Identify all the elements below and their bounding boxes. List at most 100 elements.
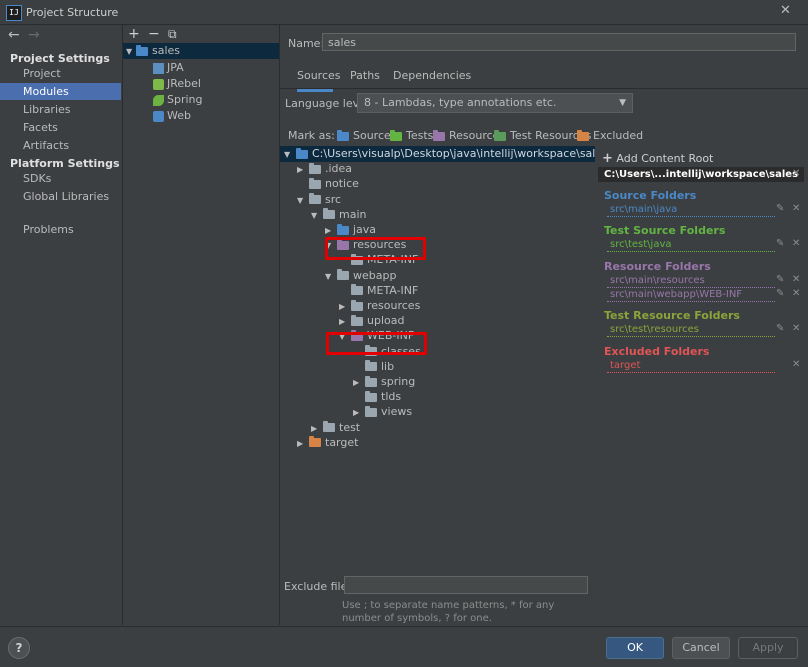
remove-folder-icon[interactable]: ✕ [792, 203, 800, 214]
nav-item-artifacts[interactable]: Artifacts [0, 137, 121, 154]
tree-node[interactable]: tlds [280, 389, 595, 405]
tree-node-label: target [325, 435, 359, 449]
path-underline [607, 287, 775, 289]
mark-as-sources-button[interactable]: Sources [337, 129, 397, 142]
tree-node[interactable]: ▼ main [280, 207, 595, 223]
expand-arrow-icon[interactable]: ▼ [126, 44, 136, 60]
test-resources-folder-icon [494, 129, 506, 141]
remove-root-icon[interactable]: ✕ [792, 168, 800, 179]
tree-node-label: main [339, 207, 367, 221]
tree-node-label: test [339, 420, 361, 434]
tree-node[interactable]: ▼ C:\Users\visualp\Desktop\java\intellij\… [280, 146, 608, 163]
edit-pencil-icon[interactable]: ✎ [776, 288, 784, 299]
tree-node[interactable]: lib [280, 359, 595, 375]
module-name-input[interactable]: sales [322, 33, 796, 51]
mark-as-tests-button[interactable]: Tests [390, 129, 433, 142]
add-module-button[interactable]: + [128, 26, 140, 42]
source-folders-title: Source Folders [604, 189, 697, 202]
nav-item-facets[interactable]: Facets [0, 119, 121, 136]
add-content-root-button[interactable]: + Add Content Root [602, 151, 713, 166]
mark-as-label: Mark as: [288, 129, 335, 142]
exclude-files-input[interactable] [344, 576, 588, 594]
tree-node-label: lib [381, 359, 395, 373]
nav-item-problems[interactable]: Problems [0, 221, 121, 238]
tree-node[interactable]: ▶ resources [280, 298, 595, 314]
ok-button[interactable]: OK [606, 637, 664, 659]
tree-node[interactable]: ▶ views [280, 404, 595, 420]
close-icon[interactable]: ✕ [780, 3, 791, 18]
tab-divider [280, 88, 808, 89]
apply-button[interactable]: Apply [738, 637, 798, 659]
path-underline [607, 301, 775, 303]
module-folder-icon [136, 44, 148, 56]
tree-node-label: upload [367, 314, 405, 328]
collapse-arrow-icon[interactable]: ▼ [311, 208, 321, 224]
nav-item-sdks[interactable]: SDKs [0, 170, 121, 187]
excluded-folder-path: target [610, 360, 641, 371]
remove-folder-icon[interactable]: ✕ [792, 359, 800, 370]
folder-icon [351, 314, 363, 326]
facet-label: JPA [167, 61, 184, 74]
facet-item-spring[interactable]: Spring [153, 92, 203, 108]
chevron-down-icon: ▼ [619, 98, 626, 108]
web-icon [153, 110, 164, 122]
test-source-folder-path: src\test\java [610, 239, 672, 250]
facet-item-jrebel[interactable]: JRebel [153, 76, 201, 92]
edit-pencil-icon[interactable]: ✎ [776, 238, 784, 249]
collapse-arrow-icon[interactable]: ▼ [297, 193, 307, 209]
cancel-button[interactable]: Cancel [672, 637, 730, 659]
plus-icon: + [602, 151, 613, 166]
nav-item-modules[interactable]: Modules [0, 83, 121, 100]
resources-folder-icon [433, 129, 445, 141]
module-item-sales[interactable]: ▼ sales [123, 43, 279, 59]
help-button[interactable]: ? [8, 637, 30, 659]
forward-arrow-icon[interactable]: → [28, 27, 40, 43]
nav-item-global-libraries[interactable]: Global Libraries [0, 188, 121, 205]
tree-node[interactable]: ▶ target [280, 435, 595, 451]
tree-node-label: .idea [325, 162, 353, 176]
facet-item-jpa[interactable]: JPA [153, 60, 184, 76]
tree-node-label: notice [325, 177, 359, 191]
tree-node[interactable]: ▼ webapp [280, 268, 595, 284]
remove-folder-icon[interactable]: ✕ [792, 238, 800, 249]
expand-arrow-icon[interactable]: ▶ [353, 405, 363, 421]
folder-icon [365, 405, 377, 417]
folder-icon [323, 421, 335, 433]
test-source-folders-title: Test Source Folders [604, 224, 726, 237]
copy-module-button[interactable]: ⧉ [168, 27, 177, 42]
tab-dependencies[interactable]: Dependencies [393, 69, 471, 89]
collapse-arrow-icon[interactable]: ▼ [325, 269, 335, 285]
mark-label: Excluded [593, 129, 644, 142]
remove-module-button[interactable]: − [148, 26, 160, 42]
back-arrow-icon[interactable]: ← [8, 27, 20, 43]
nav-item-project[interactable]: Project [0, 65, 121, 82]
content-root-path: C:\Users\...intellij\workspace\sales [598, 167, 804, 182]
facet-item-web[interactable]: Web [153, 108, 191, 124]
expand-arrow-icon[interactable]: ▶ [311, 421, 321, 437]
tree-node[interactable]: META-INF [280, 283, 595, 299]
tab-paths[interactable]: Paths [350, 69, 380, 89]
edit-pencil-icon[interactable]: ✎ [776, 203, 784, 214]
language-level-select[interactable]: 8 - Lambdas, type annotations etc. ▼ [357, 93, 633, 113]
tree-node[interactable]: notice [280, 176, 595, 192]
folder-icon [365, 390, 377, 402]
tree-node-label: resources [367, 299, 421, 313]
expand-arrow-icon[interactable]: ▶ [297, 436, 307, 452]
edit-pencil-icon[interactable]: ✎ [776, 323, 784, 334]
nav-item-libraries[interactable]: Libraries [0, 101, 121, 118]
tree-node[interactable]: ▶ spring [280, 374, 595, 390]
mark-as-excluded-button[interactable]: Excluded [577, 129, 643, 142]
tree-node[interactable]: ▶ java [280, 222, 595, 238]
remove-folder-icon[interactable]: ✕ [792, 288, 800, 299]
remove-folder-icon[interactable]: ✕ [792, 323, 800, 334]
tree-node[interactable]: ▶ .idea [280, 161, 595, 177]
tests-folder-icon [390, 129, 402, 141]
collapse-arrow-icon[interactable]: ▼ [284, 147, 294, 163]
tree-node-label: C:\Users\visualp\Desktop\java\intellij\w… [312, 147, 608, 160]
tree-node[interactable]: ▼ src [280, 192, 595, 208]
facet-label: JRebel [167, 77, 201, 90]
tree-node[interactable]: ▶ test [280, 420, 595, 436]
edit-pencil-icon[interactable]: ✎ [776, 274, 784, 285]
remove-folder-icon[interactable]: ✕ [792, 274, 800, 285]
tree-node[interactable]: ▶ upload [280, 313, 595, 329]
